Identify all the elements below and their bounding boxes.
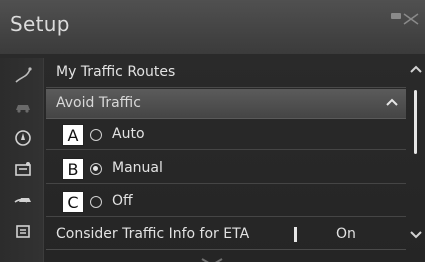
avoid-traffic-icon[interactable] <box>13 190 33 210</box>
status-indicators <box>391 10 421 25</box>
compass-icon[interactable] <box>13 128 33 148</box>
consider-traffic-eta-row[interactable]: Consider Traffic Info for ETA On <box>46 220 406 250</box>
avoid-traffic-label: Avoid Traffic <box>56 95 141 111</box>
radio-manual[interactable] <box>90 163 102 175</box>
route-icon[interactable] <box>13 66 33 86</box>
callout-box-a: A <box>62 124 84 146</box>
scroll-down-icon[interactable] <box>408 226 424 242</box>
toggle-separator <box>294 227 297 242</box>
avoid-traffic-option-manual[interactable]: B Manual <box>46 154 406 184</box>
signal-icon <box>403 10 419 25</box>
traffic-info-icon[interactable] <box>13 159 33 179</box>
scrollbar-thumb[interactable] <box>414 90 417 154</box>
my-traffic-routes-row[interactable]: My Traffic Routes <box>46 58 406 88</box>
radio-off[interactable] <box>90 196 102 208</box>
radio-auto[interactable] <box>90 129 102 141</box>
battery-icon <box>391 13 401 19</box>
avoid-traffic-row[interactable]: Avoid Traffic <box>46 89 406 119</box>
avoid-traffic-option-auto[interactable]: A Auto <box>46 120 406 150</box>
eta-icon[interactable] <box>13 221 33 241</box>
option-label-manual: Manual <box>112 160 163 176</box>
car-icon <box>13 97 33 117</box>
consider-traffic-eta-value[interactable]: On <box>336 226 356 242</box>
scroll-up-icon[interactable] <box>408 62 424 78</box>
option-label-auto: Auto <box>112 126 145 142</box>
bottom-handle-icon <box>200 252 224 262</box>
page-title: Setup <box>10 12 70 36</box>
my-traffic-routes-label: My Traffic Routes <box>56 64 176 80</box>
sidebar <box>0 58 44 262</box>
callout-box-c: C <box>62 191 84 213</box>
chevron-up-icon[interactable] <box>384 95 400 111</box>
callout-box-b: B <box>62 158 84 180</box>
avoid-traffic-option-off[interactable]: C Off <box>46 187 406 217</box>
option-label-off: Off <box>112 193 133 209</box>
setup-screen: Setup My Traffic Routes Avoid Traffic A … <box>0 0 425 262</box>
consider-traffic-eta-label: Consider Traffic Info for ETA <box>56 226 250 242</box>
header-bar: Setup <box>0 0 425 54</box>
